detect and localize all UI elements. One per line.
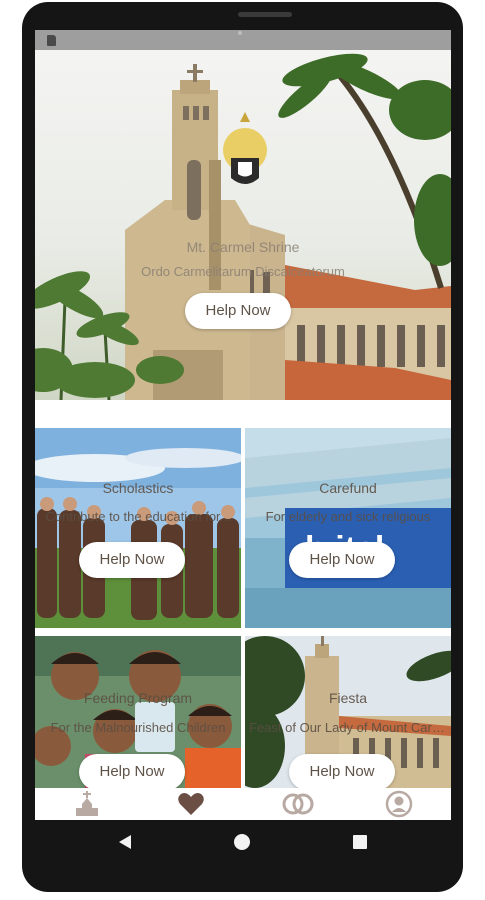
help-now-button[interactable]: Help Now [289, 542, 395, 578]
bottom-navigation [35, 788, 451, 820]
hero-banner[interactable]: Mt. Carmel Shrine Ordo Carmelitarum Disc… [35, 50, 451, 400]
card-carefund[interactable]: h ital Carefund For elderly and sick rel… [245, 428, 451, 628]
card-fiesta[interactable]: Fiesta Feast of Our Lady of Mount Carmel… [245, 636, 451, 788]
hero-title: Mt. Carmel Shrine [186, 239, 300, 255]
camera-dot [238, 31, 242, 35]
card-title: Fiesta [328, 690, 368, 706]
card-title: Scholastics [102, 480, 174, 496]
card-subtitle: Contribute to the education for... [45, 509, 231, 524]
help-now-button[interactable]: Help Now [79, 542, 185, 578]
card-feeding-program[interactable]: Feeding Program For the Malnourished Chi… [35, 636, 241, 788]
system-navigation-bar [35, 820, 451, 870]
carmelite-crest-icon [223, 112, 267, 184]
nav-donate[interactable] [139, 788, 243, 820]
help-now-button[interactable]: Help Now [185, 293, 291, 329]
recent-apps-icon[interactable] [353, 835, 367, 849]
rings-icon [282, 793, 314, 815]
help-now-button[interactable]: Help Now [79, 754, 185, 788]
home-icon[interactable] [234, 834, 250, 850]
card-subtitle: For elderly and sick religious [265, 509, 431, 524]
card-title: Feeding Program [83, 690, 193, 706]
church-icon [76, 791, 98, 816]
hero-subtitle: Ordo Carmelitarum Discalceatorum [141, 264, 345, 279]
speaker-grille [238, 12, 292, 17]
section-gap [35, 400, 451, 428]
friars-photo [35, 428, 241, 628]
back-icon[interactable] [117, 834, 133, 850]
card-title: Carefund [319, 480, 377, 496]
status-bar [35, 30, 451, 50]
nav-profile[interactable] [347, 788, 451, 820]
heart-icon [178, 793, 204, 815]
church-photo [35, 53, 451, 400]
sd-card-icon [47, 35, 56, 46]
nav-community[interactable] [243, 788, 347, 820]
help-now-button[interactable]: Help Now [289, 754, 395, 788]
card-subtitle: Feast of Our Lady of Mount Carmel [249, 720, 451, 735]
profile-icon [385, 790, 413, 818]
app-screen: Mt. Carmel Shrine Ordo Carmelitarum Disc… [35, 30, 451, 820]
hospital-photo: h ital [245, 428, 451, 628]
nav-church[interactable] [35, 788, 139, 820]
card-subtitle: For the Malnourished Children [50, 720, 226, 735]
card-scholastics[interactable]: Scholastics Contribute to the education … [35, 428, 241, 628]
